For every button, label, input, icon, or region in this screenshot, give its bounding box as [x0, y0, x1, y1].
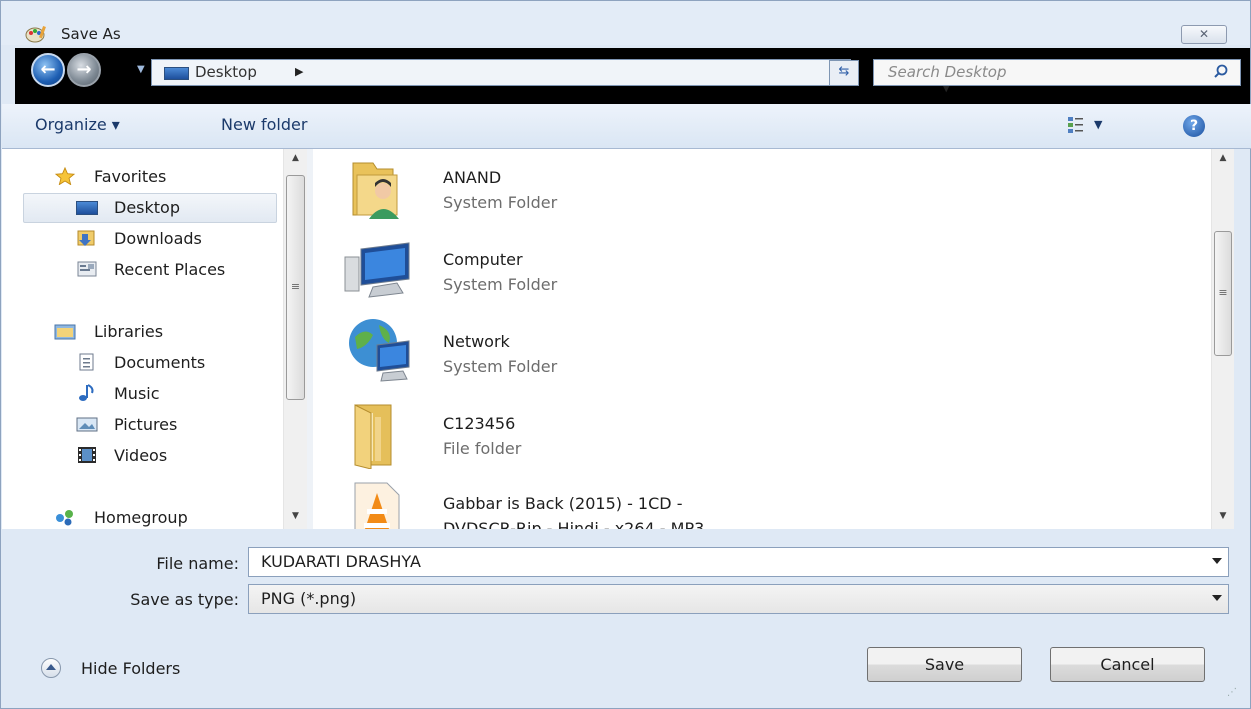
file-type: System Folder	[443, 357, 558, 376]
cancel-button[interactable]: Cancel	[1050, 647, 1205, 682]
desktop-icon	[76, 201, 98, 215]
save-as-dialog: Save As ✕ ← → ▼ Desktop ▶ ▼ ⇆ Search Des…	[0, 0, 1251, 709]
nav-label-pictures: Pictures	[114, 415, 178, 434]
scroll-down-icon[interactable]: ▼	[284, 511, 307, 521]
chevron-down-icon[interactable]	[1212, 558, 1222, 564]
save-type-label: Save as type:	[130, 590, 239, 609]
list-item[interactable]: Computer System Folder	[343, 235, 1043, 313]
resize-grip-icon[interactable]: ⋰	[1227, 687, 1237, 698]
scroll-grip-icon: ≡	[1218, 286, 1228, 299]
save-button[interactable]: Save	[867, 647, 1022, 682]
nav-label-libraries: Libraries	[94, 322, 164, 341]
search-icon[interactable]	[1214, 64, 1228, 78]
computer-icon	[344, 242, 410, 298]
homegroup-icon	[56, 510, 73, 526]
back-button[interactable]: ←	[31, 53, 65, 87]
chevron-down-icon[interactable]	[1212, 595, 1222, 601]
back-arrow-icon: ←	[40, 59, 56, 80]
forward-arrow-icon: →	[76, 59, 92, 80]
nav-label-desktop: Desktop	[114, 198, 180, 217]
nav-label-documents: Documents	[114, 353, 206, 372]
network-icon	[349, 319, 410, 382]
save-type-select[interactable]: PNG (*.png)	[248, 584, 1229, 614]
file-name: Gabbar is Back (2015) - 1CD -	[443, 494, 683, 513]
forward-button[interactable]: →	[67, 53, 101, 87]
close-button[interactable]: ✕	[1181, 25, 1227, 44]
scroll-grip-icon: ≡	[290, 280, 301, 293]
file-name: C123456	[443, 414, 516, 433]
breadcrumb-desktop[interactable]: Desktop	[195, 63, 257, 81]
nav-scrollbar[interactable]: ▲ ≡ ▼	[283, 149, 307, 529]
recent-pages-dropdown-icon[interactable]: ▼	[137, 64, 145, 75]
hide-folders-label: Hide Folders	[81, 659, 181, 678]
breadcrumb[interactable]: Desktop ▶ ▼	[151, 59, 950, 94]
nav-label-downloads: Downloads	[114, 229, 202, 248]
breadcrumb-arrow-icon[interactable]: ▶	[295, 63, 303, 81]
file-name-field[interactable]: KUDARATI DRASHYA	[248, 547, 1229, 577]
save-type-value: PNG (*.png)	[261, 589, 357, 608]
file-name-value: KUDARATI DRASHYA	[261, 552, 421, 571]
view-options-icon[interactable]	[1067, 115, 1085, 135]
close-icon: ✕	[1198, 27, 1210, 41]
file-type: System Folder	[443, 275, 558, 294]
nav-scroll-thumb[interactable]: ≡	[286, 175, 305, 400]
scroll-down-icon[interactable]: ▼	[1212, 511, 1234, 521]
file-list: ANAND System Folder Computer System Fold…	[313, 149, 1211, 529]
list-item[interactable]: ANAND System Folder	[343, 153, 1043, 231]
music-icon	[79, 384, 94, 401]
refresh-icon: ⇆	[838, 64, 850, 79]
address-bar: ← → ▼ Desktop ▶ ▼ ⇆ Search Desktop	[15, 48, 1250, 104]
file-scroll-thumb[interactable]: ≡	[1214, 231, 1232, 356]
file-name-line2: DVDSCR-Rip - Hindi - x264 - MP3 ...	[443, 519, 725, 529]
collapse-icon	[41, 658, 61, 678]
file-type: File folder	[443, 439, 522, 458]
file-type: System Folder	[443, 193, 558, 212]
recent-places-icon	[77, 261, 97, 277]
nav-label-favorites: Favorites	[94, 167, 167, 186]
folder-icon	[354, 404, 392, 469]
list-item[interactable]: Network System Folder	[343, 317, 1043, 395]
new-folder-button[interactable]: New folder	[221, 115, 307, 134]
file-list-scrollbar[interactable]: ▲ ≡ ▼	[1211, 149, 1234, 529]
nav-label-homegroup: Homegroup	[94, 508, 188, 527]
navigation-pane: Favorites Desktop Downloads Recent Place…	[2, 149, 307, 529]
pictures-icon	[76, 417, 98, 432]
nav-label-videos: Videos	[114, 446, 168, 465]
list-item[interactable]: Gabbar is Back (2015) - 1CD - DVDSCR-Rip…	[343, 479, 1043, 529]
title-bar: Save As ✕	[1, 1, 1250, 45]
file-name: ANAND	[443, 168, 502, 187]
organize-button[interactable]: Organize ▾	[35, 115, 120, 134]
view-dropdown-icon[interactable]: ▼	[1094, 118, 1102, 131]
refresh-button[interactable]: ⇆	[829, 60, 859, 86]
scroll-up-icon[interactable]: ▲	[1212, 153, 1234, 163]
vlc-icon	[354, 482, 400, 529]
window-title: Save As	[61, 25, 121, 43]
libraries-icon	[54, 324, 76, 340]
paint-app-icon	[25, 26, 46, 43]
file-name: Network	[443, 332, 510, 351]
help-icon[interactable]: ?	[1183, 115, 1205, 137]
videos-icon	[78, 447, 96, 463]
nav-label-recent-places: Recent Places	[114, 260, 226, 279]
search-input[interactable]: Search Desktop	[873, 59, 1241, 86]
scroll-up-icon[interactable]: ▲	[284, 153, 307, 163]
documents-icon	[79, 353, 94, 371]
nav-label-music: Music	[114, 384, 160, 403]
list-item[interactable]: C123456 File folder	[343, 399, 1043, 477]
star-icon	[54, 167, 76, 185]
file-name: Computer	[443, 250, 523, 269]
search-placeholder: Search Desktop	[888, 63, 1007, 81]
user-folder-icon	[352, 162, 399, 219]
downloads-folder-icon	[77, 230, 95, 246]
command-toolbar: Organize ▾ New folder ▼ ?	[2, 104, 1251, 149]
desktop-icon	[164, 67, 189, 80]
file-name-label: File name:	[156, 554, 239, 573]
